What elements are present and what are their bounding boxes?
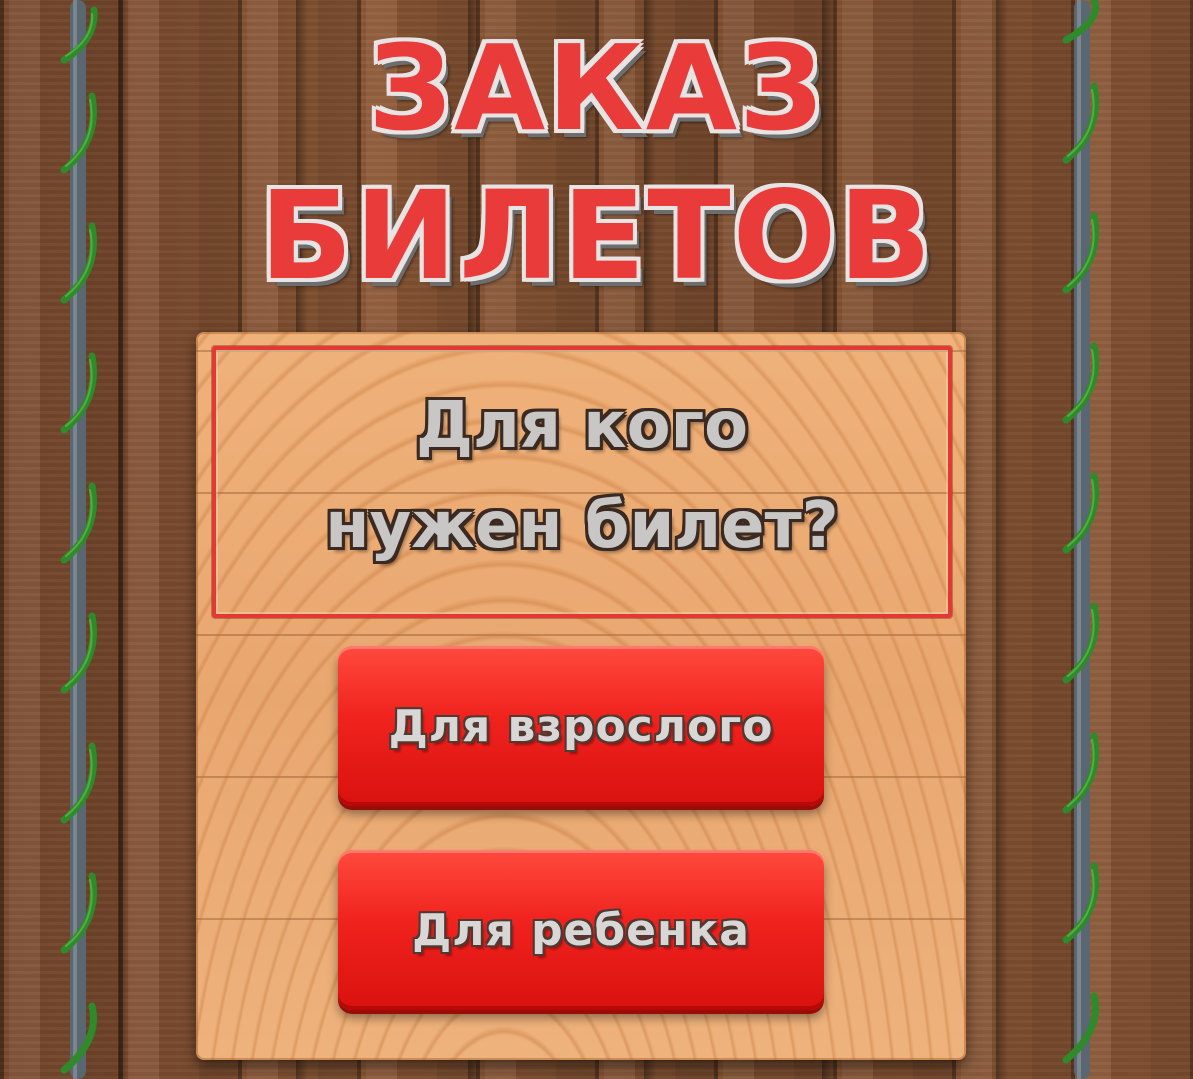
rope-vine-icon (1062, 0, 1099, 1079)
question-heading: Для кого нужен билет? (212, 376, 952, 576)
page-title-line-1: ЗАКАЗ (368, 19, 825, 157)
child-ticket-button-label: Для ребенка (412, 904, 750, 956)
child-ticket-button[interactable]: Для ребенка (338, 850, 824, 1010)
rope-vine-icon (60, 0, 98, 1079)
question-line-1: Для кого (415, 389, 749, 463)
plank-seam (996, 0, 1008, 1079)
adult-ticket-button-label: Для взрослого (388, 700, 774, 752)
plank-seam (118, 0, 130, 1079)
question-line-2: нужен билет? (325, 489, 839, 563)
adult-ticket-button[interactable]: Для взрослого (338, 646, 824, 806)
page-title-line-2: БИЛЕТОВ (259, 165, 934, 307)
